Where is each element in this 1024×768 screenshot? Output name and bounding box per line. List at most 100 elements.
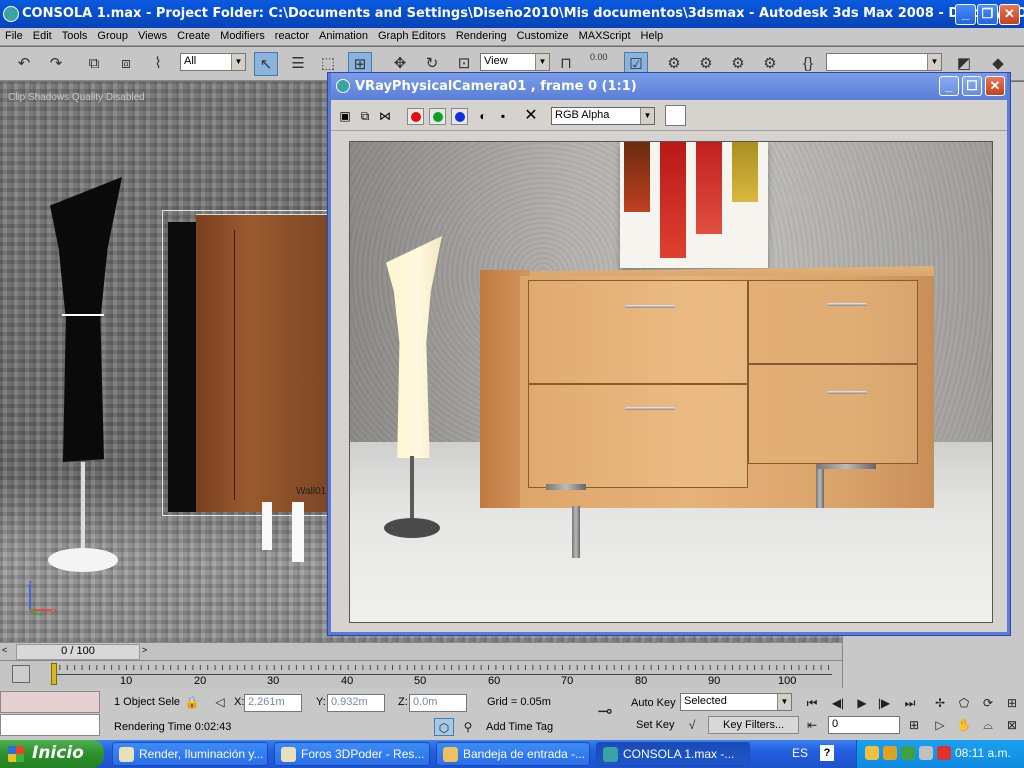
menu-views[interactable]: Views: [133, 28, 172, 46]
tray-safely-remove-icon[interactable]: [919, 746, 933, 760]
named-selection-dropdown[interactable]: ▼: [826, 53, 942, 71]
monochrome-icon[interactable]: ▪: [495, 108, 511, 124]
menu-tools[interactable]: Tools: [57, 28, 93, 46]
go-to-start-icon[interactable]: ⏮: [802, 694, 822, 712]
x-coordinate-field[interactable]: 2.261m: [244, 694, 302, 712]
save-image-icon[interactable]: ▣: [337, 108, 353, 124]
menu-file[interactable]: File: [0, 28, 28, 46]
green-channel-toggle[interactable]: [429, 108, 446, 125]
redo-icon[interactable]: ↷: [44, 52, 68, 76]
select-by-name-icon[interactable]: ☰: [286, 52, 310, 76]
orbit-icon[interactable]: ⟳: [978, 694, 998, 712]
zoom-extents-icon[interactable]: ⊠: [1002, 716, 1022, 734]
menu-animation[interactable]: Animation: [314, 28, 373, 46]
render-maximize-button[interactable]: ☐: [962, 76, 982, 96]
viewport-lamp-shade[interactable]: [50, 177, 122, 462]
track-bar[interactable]: 10 20 30 40 50 60 70 80 90 100: [0, 660, 842, 688]
render-close-button[interactable]: ✕: [985, 76, 1005, 96]
alpha-channel-icon[interactable]: ◐: [475, 108, 491, 124]
frame-tick-label: 70: [561, 675, 574, 687]
select-object-icon[interactable]: ↖: [254, 52, 278, 76]
menu-graph-editors[interactable]: Graph Editors: [373, 28, 451, 46]
menu-modifiers[interactable]: Modifiers: [215, 28, 270, 46]
auto-key-button[interactable]: Auto Key: [631, 697, 676, 709]
unlink-icon[interactable]: ⧈: [114, 52, 138, 76]
tray-antivirus-icon[interactable]: [937, 746, 951, 760]
time-slider-right-arrow-icon[interactable]: >: [142, 645, 154, 659]
hand-pan-icon[interactable]: ✋: [954, 716, 974, 734]
maxscript-listener-mini[interactable]: [0, 691, 100, 713]
absolute-mode-icon[interactable]: ◁: [210, 693, 230, 711]
lock-selection-icon[interactable]: 🔒: [182, 693, 202, 711]
language-indicator[interactable]: ES: [792, 746, 808, 760]
menu-rendering[interactable]: Rendering: [451, 28, 512, 46]
time-slider[interactable]: < 0 / 100 >: [0, 642, 842, 660]
reference-coordinate-dropdown[interactable]: View ▼: [480, 53, 550, 71]
color-swatch[interactable]: [665, 105, 686, 126]
maximize-button[interactable]: ❐: [977, 4, 998, 25]
maxscript-listener-output[interactable]: [0, 714, 100, 736]
tray-network-icon[interactable]: [901, 746, 915, 760]
clock[interactable]: 08:11 a.m.: [955, 746, 1011, 760]
menu-reactor[interactable]: reactor: [270, 28, 314, 46]
key-icon[interactable]: ⊸: [590, 702, 620, 720]
menu-edit[interactable]: Edit: [28, 28, 57, 46]
render-window-title-bar[interactable]: VRayPhysicalCamera01 , frame 0 (1:1) _ ☐…: [331, 73, 1007, 100]
current-frame-marker[interactable]: [51, 663, 57, 685]
taskbar-item-render-forum[interactable]: Render, Iluminación y...: [112, 742, 268, 766]
play-icon[interactable]: ▶: [852, 694, 872, 712]
open-mini-curve-editor-icon[interactable]: [12, 665, 30, 683]
clear-icon[interactable]: ✕: [523, 108, 539, 124]
blue-channel-toggle[interactable]: [451, 108, 468, 125]
menu-maxscript[interactable]: MAXScript: [574, 28, 636, 46]
app-icon[interactable]: [3, 6, 19, 22]
current-frame-field[interactable]: 0: [828, 716, 900, 734]
taskbar-item-consola[interactable]: CONSOLA 1.max -...: [596, 742, 750, 766]
clone-window-icon[interactable]: ⧉: [357, 108, 373, 124]
start-button[interactable]: Inicio: [0, 740, 104, 768]
minimize-button[interactable]: _: [955, 4, 976, 25]
y-coordinate-field[interactable]: 0.932m: [327, 694, 385, 712]
link-icon[interactable]: ⧉: [82, 52, 106, 76]
orbit-camera-icon[interactable]: ⌓: [978, 716, 998, 734]
channel-dropdown[interactable]: RGB Alpha ▼: [551, 107, 655, 125]
tray-shield-icon[interactable]: [883, 746, 897, 760]
help-icon[interactable]: ?: [820, 745, 834, 761]
key-mode-toggle-icon[interactable]: ⇤: [802, 716, 822, 734]
maximize-viewport-icon[interactable]: ⊞: [1002, 694, 1022, 712]
selection-filter-dropdown[interactable]: All ▼: [180, 53, 246, 71]
bind-space-warp-icon[interactable]: ⌇: [146, 52, 170, 76]
go-to-end-icon[interactable]: ⏭: [900, 694, 920, 712]
next-frame-icon[interactable]: |▶: [874, 694, 894, 712]
frame-ruler[interactable]: [52, 665, 832, 675]
menu-group[interactable]: Group: [92, 28, 133, 46]
menu-customize[interactable]: Customize: [512, 28, 574, 46]
isolate-selection-icon[interactable]: ⬡: [434, 718, 454, 736]
menu-help[interactable]: Help: [636, 28, 669, 46]
taskbar-item-foros-3dpoder[interactable]: Foros 3DPoder - Res...: [274, 742, 430, 766]
z-coordinate-field[interactable]: 0.0m: [409, 694, 467, 712]
set-key-tangent-icon[interactable]: √: [682, 716, 702, 734]
time-tag-icon[interactable]: ⚲: [458, 718, 478, 736]
render-frame-window[interactable]: VRayPhysicalCamera01 , frame 0 (1:1) _ ☐…: [328, 73, 1010, 635]
track-mode-icon[interactable]: ⋈: [377, 108, 393, 124]
close-button[interactable]: ✕: [999, 4, 1020, 25]
set-key-button[interactable]: Set Key: [636, 719, 675, 731]
taskbar-item-bandeja[interactable]: Bandeja de entrada -...: [436, 742, 590, 766]
tray-msn-icon[interactable]: [865, 746, 879, 760]
field-of-view-icon[interactable]: ⬠: [954, 694, 974, 712]
add-time-tag[interactable]: Add Time Tag: [486, 721, 553, 733]
undo-icon[interactable]: ↶: [12, 52, 36, 76]
pan-icon[interactable]: ✢: [930, 694, 950, 712]
key-filters-button[interactable]: Key Filters...: [708, 716, 800, 734]
time-configuration-icon[interactable]: ⊞: [904, 716, 924, 734]
previous-frame-icon[interactable]: ◀|: [828, 694, 848, 712]
time-slider-thumb[interactable]: 0 / 100: [16, 644, 140, 660]
red-channel-toggle[interactable]: [407, 108, 424, 125]
menu-create[interactable]: Create: [172, 28, 215, 46]
render-minimize-button[interactable]: _: [939, 76, 959, 96]
dolly-icon[interactable]: ▷: [930, 716, 950, 734]
key-mode-dropdown[interactable]: Selected ▼: [680, 693, 792, 711]
time-slider-left-arrow-icon[interactable]: <: [2, 645, 14, 659]
key-mode-value: Selected: [684, 695, 727, 707]
